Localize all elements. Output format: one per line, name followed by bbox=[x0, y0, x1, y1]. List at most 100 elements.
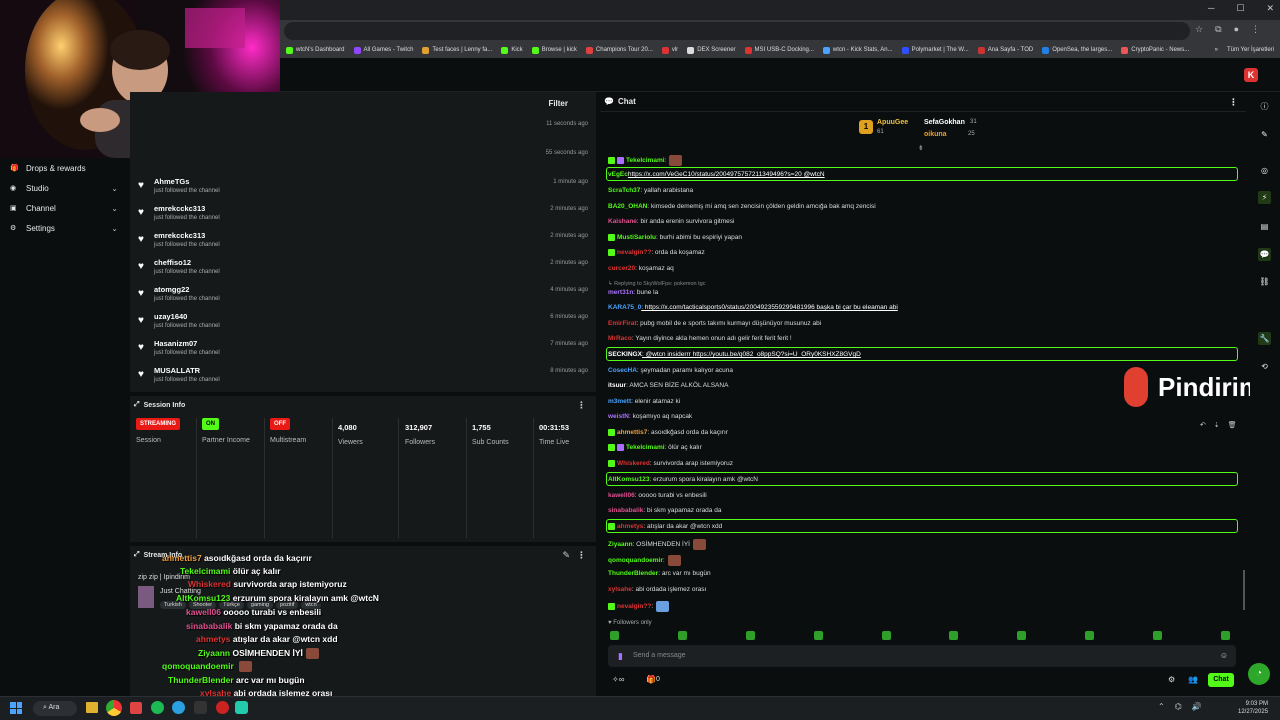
file-explorer-icon[interactable] bbox=[86, 702, 98, 713]
chat-username[interactable]: Ziyaann bbox=[608, 541, 633, 548]
chat-message[interactable]: weistN: koşamıyo aq napcak bbox=[608, 413, 692, 420]
app-icon[interactable] bbox=[216, 701, 229, 714]
minimize-button[interactable]: ─ bbox=[1208, 3, 1214, 14]
camera-icon[interactable]: ◎ bbox=[1258, 164, 1271, 177]
settings-icon[interactable]: ⚙ bbox=[1168, 675, 1175, 684]
chat-menu-icon[interactable]: ⋮ bbox=[1229, 97, 1238, 108]
pinned-user[interactable]: ApuuGee bbox=[877, 119, 908, 126]
chat-message[interactable]: ahmetys: atışlar da akar @wtcn xdd bbox=[608, 523, 722, 530]
network-icon[interactable]: ⌬ bbox=[1175, 702, 1182, 711]
emote-shortcut[interactable] bbox=[610, 631, 619, 640]
emote-shortcut[interactable] bbox=[881, 631, 891, 640]
chat-message[interactable]: mert31n: bune la bbox=[608, 289, 658, 296]
chat-message[interactable]: nevalgin??: bbox=[608, 601, 670, 612]
lightning-icon[interactable]: ⚡ bbox=[1258, 191, 1271, 204]
chat-username[interactable]: curcer20 bbox=[608, 265, 635, 272]
partner-badge[interactable]: ON bbox=[202, 418, 219, 430]
expand-icon[interactable]: ⤢ bbox=[134, 401, 140, 409]
chat-username[interactable]: qomoquandoemir bbox=[608, 557, 663, 564]
chat-message[interactable]: m3mett: elenir atamaz ki bbox=[608, 398, 680, 405]
multistream-badge[interactable]: OFF bbox=[270, 418, 290, 430]
bookmark-item[interactable]: DEX Screener bbox=[687, 46, 736, 54]
chat-username[interactable]: KARA75_0 bbox=[608, 304, 641, 311]
chat-message[interactable]: CosecHA: şeymadan paramı kalıyor acuna bbox=[608, 367, 733, 374]
sidebar-item[interactable]: ◉ Studio ⌄ bbox=[0, 178, 128, 198]
chat-message[interactable]: MustiSariolu: burhi abimi bu espiriyi ya… bbox=[608, 234, 742, 241]
chat-username[interactable]: SECKINGX bbox=[608, 351, 642, 358]
pinned-user[interactable]: oikuna bbox=[924, 131, 947, 138]
chat-message[interactable]: Whiskered: survivorda arap istemiyoruz bbox=[608, 460, 733, 467]
wrench-icon[interactable]: 🔧 bbox=[1258, 332, 1271, 345]
emote-shortcut[interactable] bbox=[1085, 631, 1095, 640]
bookmark-item[interactable]: Polymarket | The W... bbox=[901, 46, 969, 54]
link-icon[interactable]: ⛓ bbox=[1258, 275, 1271, 288]
chat-message[interactable]: Tekelcimami: bbox=[608, 155, 683, 166]
extensions-icon[interactable]: ⧉ bbox=[1215, 24, 1221, 35]
chat-message[interactable]: nevalgin??: orda da koşamaz bbox=[608, 249, 705, 256]
delete-icon[interactable]: 🗑 bbox=[1228, 421, 1237, 429]
chat-username[interactable]: CosecHA bbox=[608, 367, 637, 374]
follower-name[interactable]: cheffiso12 bbox=[154, 258, 220, 267]
emote-shortcut[interactable] bbox=[677, 631, 687, 640]
telegram-icon[interactable] bbox=[172, 701, 185, 714]
bookmark-item[interactable]: Kick bbox=[501, 46, 523, 54]
chat-message[interactable]: curcer20: koşamaz aq bbox=[608, 265, 674, 272]
chat-message[interactable]: KARA75_0: https://x.com/tacticalsports0/… bbox=[608, 304, 898, 311]
chat-message[interactable]: kawell06: ooooo turabi vs enbesili bbox=[608, 492, 707, 499]
gift-icon[interactable]: 🎁 bbox=[646, 675, 656, 684]
filter-button[interactable]: Filter bbox=[548, 99, 568, 108]
edit-icon[interactable]: ✎ bbox=[562, 550, 570, 561]
emote-shortcut[interactable] bbox=[1153, 631, 1162, 640]
chat-message[interactable]: BA20_OHAN: kimsede dememiş mi amq sen ze… bbox=[608, 203, 876, 210]
chat-username[interactable]: ahmettis7 bbox=[617, 429, 647, 436]
chat-message[interactable]: ahmettis7: asoıdkğasd orda da kaçırır bbox=[608, 429, 728, 436]
chat-message[interactable]: vEgEchttps://x.com/VeGeC10/status/200497… bbox=[608, 171, 825, 178]
chat-username[interactable]: BA20_OHAN bbox=[608, 203, 647, 210]
chat-message[interactable]: ↳ Replying to SkyWolFps: pokemon tgc bbox=[608, 280, 705, 287]
maximize-button[interactable]: ☐ bbox=[1236, 3, 1244, 14]
chat-scrollbar[interactable] bbox=[1243, 570, 1245, 610]
chat-input[interactable]: ▮ Send a message ☺ bbox=[608, 645, 1236, 667]
emote-shortcut[interactable] bbox=[949, 631, 959, 640]
pinned-user[interactable]: SefaGokhan bbox=[924, 119, 965, 126]
sidebar-item[interactable]: 🎁 Drops & rewards bbox=[0, 158, 128, 178]
chat-message[interactable]: ThunderBlender: arc var mı bugün bbox=[608, 570, 711, 577]
chat-username[interactable]: kawell06 bbox=[608, 492, 635, 499]
bookmark-item[interactable]: MSI USB-C Docking... bbox=[744, 46, 814, 54]
chat-username[interactable]: Tekelcimami bbox=[626, 444, 665, 451]
chat-username[interactable]: itsuur bbox=[608, 382, 626, 389]
chat-message[interactable]: sinababalik: bi skm yapamaz orada da bbox=[608, 507, 721, 514]
chat-message[interactable]: ScraTch37: yallah arabistana bbox=[608, 187, 693, 194]
all-bookmarks-button[interactable]: Tüm Yer İşaretleri bbox=[1227, 47, 1274, 53]
app-icon[interactable] bbox=[194, 701, 207, 714]
stream-info-menu-icon[interactable]: ⋮ bbox=[577, 550, 586, 561]
spotify-icon[interactable] bbox=[151, 701, 164, 714]
collapse-icon[interactable]: ⇟ bbox=[918, 144, 924, 152]
star-icon[interactable]: ☆ bbox=[1195, 24, 1203, 35]
session-menu-icon[interactable]: ⋮ bbox=[577, 400, 586, 411]
chat-username[interactable]: weistN bbox=[608, 413, 629, 420]
emote-shortcut[interactable] bbox=[1220, 631, 1230, 640]
users-icon[interactable]: 👥 bbox=[1188, 675, 1198, 684]
pencil-icon[interactable]: ✎ bbox=[1258, 128, 1271, 141]
chat-bubble-icon[interactable]: 💬 bbox=[1258, 248, 1271, 261]
chat-message[interactable]: EmirFirat: pubg mobil de e sports takımı… bbox=[608, 320, 821, 327]
info-icon[interactable]: ⓘ bbox=[1258, 100, 1271, 113]
sidebar-item[interactable]: ⚙ Settings ⌄ bbox=[0, 218, 128, 238]
chat-username[interactable]: sinababalik bbox=[608, 507, 643, 514]
chat-username[interactable]: ahmetys bbox=[617, 523, 643, 530]
follower-name[interactable]: emrekcckc313 bbox=[154, 231, 220, 240]
bookmark-item[interactable]: All Games - Twitch bbox=[353, 46, 413, 54]
app-icon[interactable] bbox=[130, 702, 142, 714]
chat-message[interactable]: Tekelcimami: ölür aç kalır bbox=[608, 444, 702, 451]
bookmark-item[interactable]: vlr bbox=[661, 46, 678, 54]
chat-username[interactable]: nevalgin?? bbox=[617, 249, 651, 256]
emote-shortcut[interactable] bbox=[813, 631, 823, 640]
bookmarks-overflow-button[interactable]: » bbox=[1215, 47, 1218, 53]
follower-name[interactable]: Hasanizm07 bbox=[154, 339, 220, 348]
chat-message[interactable]: AltKomsu123: erzurum spora kiralayın amk… bbox=[608, 476, 758, 483]
taskbar-search[interactable]: ⌕ Ara bbox=[33, 701, 77, 716]
follower-name[interactable]: AhmeTGs bbox=[154, 177, 220, 186]
document-icon[interactable]: ▤ bbox=[1258, 220, 1271, 233]
chat-username[interactable]: ThunderBlender bbox=[608, 570, 658, 577]
